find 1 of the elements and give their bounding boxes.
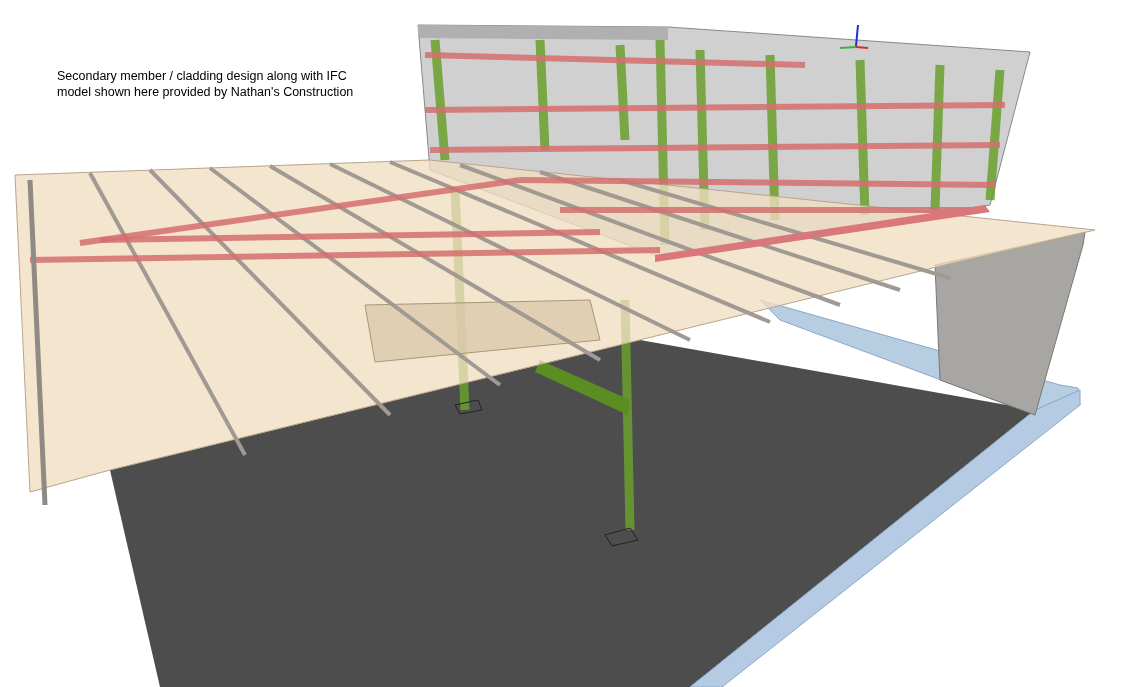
caption-text: Secondary member / cladding design along with IFC model shown here provided by Nathan's Construction <box>57 68 354 100</box>
